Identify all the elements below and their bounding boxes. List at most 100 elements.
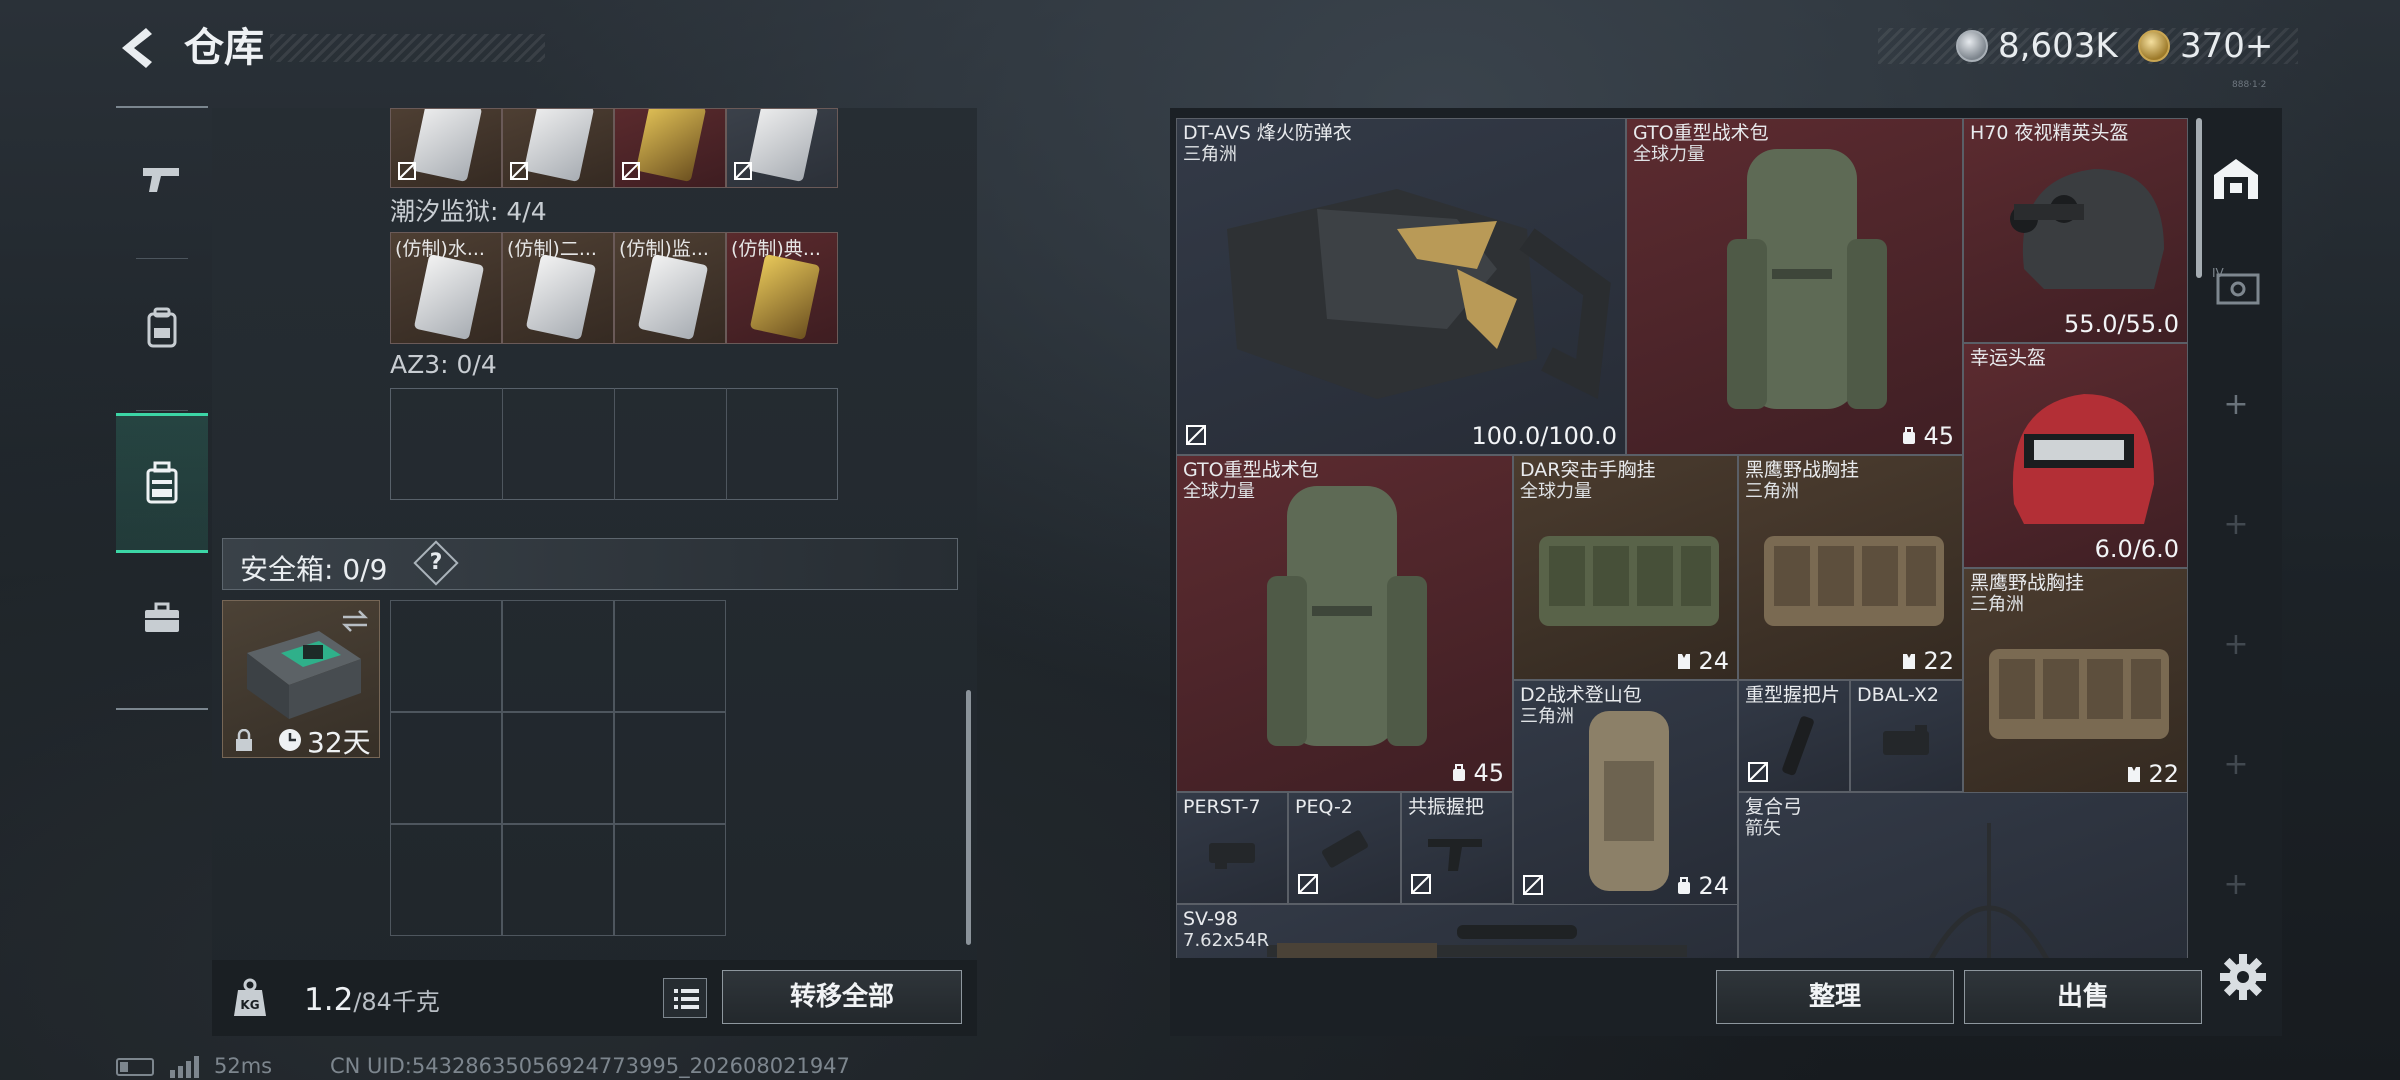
nav-item-gear[interactable] bbox=[116, 258, 208, 398]
stash-item-backpack[interactable]: GTO重型战术包 全球力量 45 bbox=[1626, 118, 1963, 455]
stash-page-add[interactable]: + bbox=[2200, 834, 2272, 934]
container-tile[interactable] bbox=[726, 108, 838, 188]
stash-page-add[interactable]: + bbox=[2200, 714, 2272, 814]
stash-item-attachment[interactable]: DBAL-X2 bbox=[1850, 680, 1963, 792]
stash-item-helmet[interactable]: 幸运头盔 6.0/6.0 bbox=[1963, 343, 2188, 568]
no-insure-icon bbox=[1523, 875, 1543, 895]
stash-page-add[interactable]: + bbox=[2200, 354, 2272, 454]
backpack-icon bbox=[147, 307, 177, 348]
keycard-image bbox=[749, 254, 821, 340]
keycard-image bbox=[523, 109, 595, 182]
list-view-button[interactable] bbox=[663, 978, 707, 1018]
storage-case-icon bbox=[146, 461, 178, 504]
sort-button[interactable]: 整理 bbox=[1716, 970, 1954, 1024]
help-button[interactable]: ? bbox=[420, 547, 452, 579]
item-source: 三角洲 bbox=[1520, 706, 1574, 727]
nav-item-storage[interactable] bbox=[116, 413, 208, 553]
keycard-image bbox=[637, 254, 709, 340]
item-durability: 100.0/100.0 bbox=[1471, 422, 1618, 450]
keycard-image bbox=[413, 254, 485, 340]
empty-slot[interactable] bbox=[503, 388, 615, 500]
empty-slot-grid[interactable] bbox=[390, 388, 838, 500]
sell-button[interactable]: 出售 bbox=[1964, 970, 2202, 1024]
item-source: 三角洲 bbox=[1183, 144, 1237, 165]
grip-plate-image bbox=[1782, 716, 1814, 776]
stash-item-chest-rig[interactable]: DAR突击手胸挂 全球力量 24 bbox=[1513, 455, 1738, 680]
empty-slot[interactable] bbox=[390, 824, 502, 936]
item-source: 三角洲 bbox=[1745, 481, 1799, 502]
stash-item-weapon[interactable]: SV-98 7.62x54R bbox=[1176, 904, 1738, 958]
clock-icon bbox=[279, 729, 301, 751]
keycard-slot[interactable]: (仿制)监... bbox=[614, 232, 726, 344]
container-tile[interactable] bbox=[614, 108, 726, 188]
transfer-all-button[interactable]: 转移全部 bbox=[722, 970, 962, 1024]
safe-slot-grid[interactable] bbox=[390, 600, 726, 936]
safe-box-item[interactable]: 32天 bbox=[222, 600, 380, 759]
keycard-slot[interactable]: (仿制)水... bbox=[390, 232, 502, 344]
keycard-slot[interactable]: (仿制)二... bbox=[502, 232, 614, 344]
keycard-slot[interactable]: (仿制)典... bbox=[726, 232, 838, 344]
stash-item-chest-rig[interactable]: 黑鹰野战胸挂 三角洲 22 bbox=[1738, 455, 1963, 680]
nav-item-weapons[interactable] bbox=[116, 108, 208, 248]
empty-slot[interactable] bbox=[502, 600, 614, 712]
empty-slot[interactable] bbox=[390, 600, 502, 712]
stash-item-backpack[interactable]: GTO重型战术包 全球力量 45 bbox=[1176, 455, 1513, 792]
no-insure-icon bbox=[398, 162, 416, 180]
empty-slot[interactable] bbox=[614, 824, 726, 936]
stash-item-attachment[interactable]: PEQ-2 bbox=[1288, 792, 1401, 904]
container-scrollbar[interactable] bbox=[966, 690, 971, 945]
item-name: PERST-7 bbox=[1183, 796, 1261, 818]
item-caliber: 7.62x54R bbox=[1183, 930, 1270, 951]
item-capacity: 45 bbox=[1901, 422, 1954, 450]
no-insure-icon bbox=[622, 162, 640, 180]
empty-slot[interactable] bbox=[615, 388, 727, 500]
stash-item-backpack[interactable]: D2战术登山包 三角洲 24 bbox=[1513, 680, 1738, 905]
empty-slot[interactable] bbox=[614, 600, 726, 712]
capacity-vest-icon bbox=[1678, 654, 1691, 669]
stash-page-main[interactable] bbox=[2200, 118, 2272, 238]
stash-page-add[interactable]: + bbox=[2200, 474, 2272, 574]
empty-slot[interactable] bbox=[502, 824, 614, 936]
stash-grid[interactable]: DT-AVS 烽火防弹衣 三角洲 100.0/100.0 GTO重型战术包 全球… bbox=[1176, 118, 2188, 958]
stash-item-attachment[interactable]: PERST-7 bbox=[1176, 792, 1288, 904]
stash-item-helmet[interactable]: H70 夜视精英头盔 55.0/55.0 bbox=[1963, 118, 2188, 343]
stash-page-iv[interactable]: IV bbox=[2200, 236, 2272, 336]
stash-item-attachment[interactable]: 共振握把 bbox=[1401, 792, 1513, 904]
item-name: GTO重型战术包 bbox=[1183, 459, 1319, 481]
plus-icon: + bbox=[2223, 386, 2249, 422]
stash-page-rail: IV + + + + + bbox=[2200, 118, 2272, 958]
build-tag: 888·1·2 bbox=[2232, 80, 2267, 90]
item-source: 全球力量 bbox=[1183, 481, 1255, 502]
capacity-value: 24 bbox=[1698, 647, 1729, 675]
capacity-value: 22 bbox=[1923, 647, 1954, 675]
item-name: DT-AVS 烽火防弹衣 bbox=[1183, 122, 1352, 144]
uid-text: CN UID:54328635056924773995_202608021947 bbox=[330, 1054, 850, 1078]
item-name: 复合弓 bbox=[1745, 796, 1803, 818]
weight-kg-icon: KG bbox=[234, 978, 266, 1016]
silver-coin-icon bbox=[1956, 30, 1988, 62]
nav-item-briefcase[interactable] bbox=[116, 558, 208, 678]
container-tile[interactable] bbox=[502, 108, 614, 188]
list-icon bbox=[674, 989, 699, 1009]
stash-item-armor[interactable]: DT-AVS 烽火防弹衣 三角洲 100.0/100.0 bbox=[1176, 118, 1626, 455]
item-capacity: 22 bbox=[1901, 647, 1954, 675]
stash-item-attachment[interactable]: 重型握把片 bbox=[1738, 680, 1850, 792]
item-ammo: 箭矢 bbox=[1745, 818, 1781, 839]
capacity-bag-icon bbox=[1903, 427, 1916, 444]
item-name: 共振握把 bbox=[1408, 796, 1485, 818]
stash-item-chest-rig[interactable]: 黑鹰野战胸挂 三角洲 22 bbox=[1963, 568, 2188, 793]
gold-currency-value[interactable]: 370+ bbox=[2180, 26, 2273, 66]
empty-slot[interactable] bbox=[502, 712, 614, 824]
settings-button[interactable] bbox=[2216, 950, 2270, 1004]
stash-item-weapon[interactable]: 复合弓 箭矢 bbox=[1738, 792, 2188, 958]
stash-page-add[interactable]: + bbox=[2200, 594, 2272, 694]
container-tile[interactable] bbox=[390, 108, 502, 188]
item-name: 黑鹰野战胸挂 bbox=[1970, 572, 2085, 594]
carry-weight-current: 1.2 bbox=[304, 982, 354, 1018]
no-insure-icon bbox=[734, 162, 752, 180]
empty-slot[interactable] bbox=[390, 712, 502, 824]
empty-slot[interactable] bbox=[391, 388, 503, 500]
empty-slot[interactable] bbox=[614, 712, 726, 824]
capacity-value: 45 bbox=[1923, 422, 1954, 450]
back-button[interactable] bbox=[112, 22, 162, 74]
